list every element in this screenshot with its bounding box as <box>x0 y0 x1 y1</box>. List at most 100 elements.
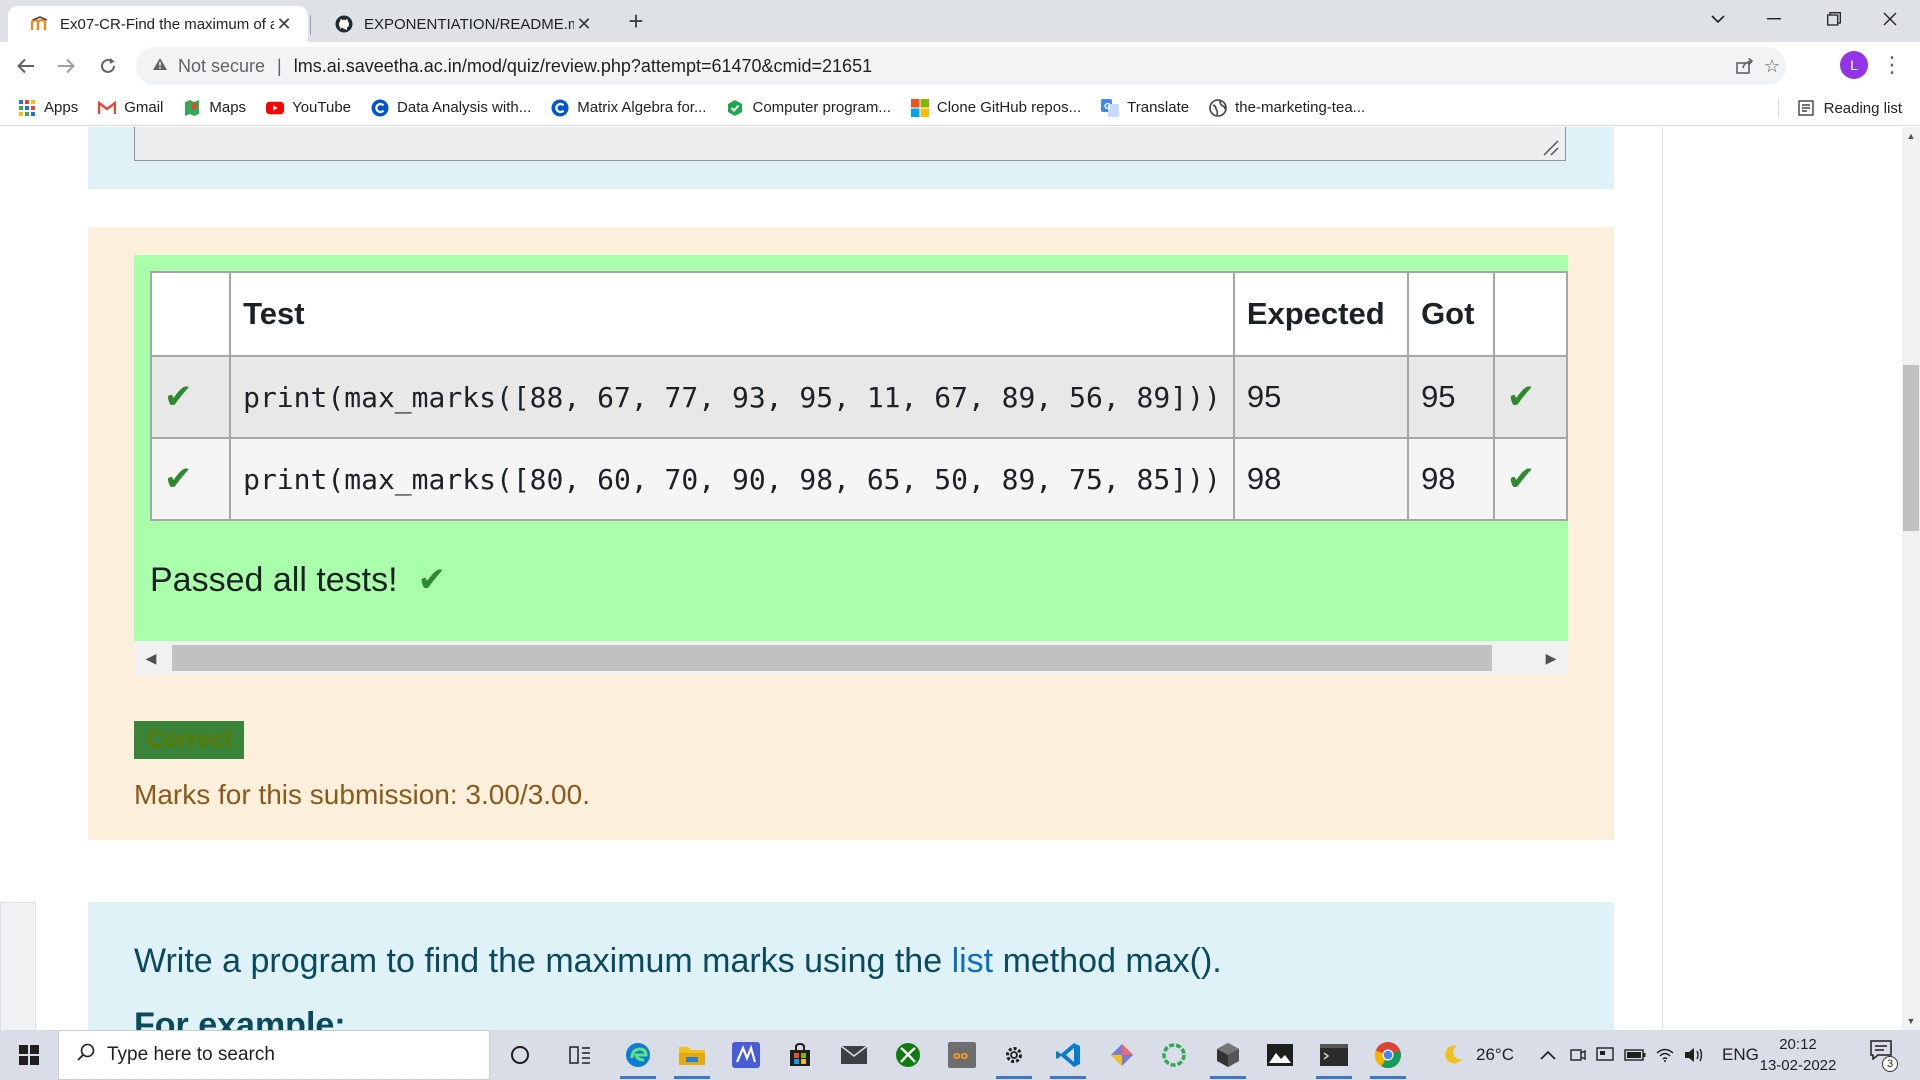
mathpix-icon[interactable] <box>728 1037 764 1073</box>
scrollbar-thumb[interactable] <box>1903 365 1919 531</box>
header-test: Test <box>229 271 1235 357</box>
youtube-icon <box>266 99 285 117</box>
settings-gear-icon[interactable] <box>996 1037 1032 1073</box>
language-indicator[interactable]: ENG <box>1722 1030 1759 1080</box>
gmail-icon <box>98 99 117 117</box>
bookmark-gmail[interactable]: Gmail <box>98 99 163 117</box>
bookmark-apps[interactable]: Apps <box>18 99 78 117</box>
tab-search-icon[interactable] <box>1690 0 1746 38</box>
tablet-icon[interactable] <box>1596 1030 1614 1080</box>
scroll-right-arrow-icon[interactable]: ▶ <box>1534 641 1568 675</box>
back-arrow-icon[interactable] <box>10 50 42 82</box>
minimize-icon[interactable] <box>1746 0 1802 38</box>
close-window-icon[interactable] <box>1862 0 1918 38</box>
tab-strip: Ex07-CR-Find the maximum of a ✕ EXPONENT… <box>0 0 1920 42</box>
lingo-app-icon[interactable]: oo <box>944 1037 980 1073</box>
checkmark-icon: ✔ <box>417 561 447 599</box>
reload-icon[interactable] <box>92 50 124 82</box>
forward-arrow-icon[interactable] <box>50 50 82 82</box>
bookmark-translate[interactable]: G Translate <box>1101 98 1190 117</box>
omnibox-divider: | <box>277 55 282 76</box>
header-status <box>149 271 232 357</box>
browser-toolbar: Not secure | lms.ai.saveetha.ac.in/mod/q… <box>0 42 1920 90</box>
edge-icon[interactable] <box>620 1037 656 1073</box>
menu-kebab-icon[interactable]: ⋮ <box>1880 52 1904 80</box>
passed-message: Passed all tests! <box>150 560 398 599</box>
mail-icon[interactable] <box>836 1037 872 1073</box>
answer-textarea[interactable] <box>134 127 1566 161</box>
cortana-icon[interactable] <box>502 1037 538 1073</box>
row-status-cell: ✔ <box>149 437 232 521</box>
address-bar[interactable]: Not secure | lms.ai.saveetha.ac.in/mod/q… <box>136 47 1786 85</box>
tab-title: Ex07-CR-Find the maximum of a <box>60 15 274 33</box>
bookmark-computer-program[interactable]: Computer program... <box>726 99 891 117</box>
notification-center-icon[interactable]: 3 <box>1866 1040 1898 1072</box>
bookmark-label: Translate <box>1127 99 1190 116</box>
vertical-scrollbar[interactable]: ▲ ▼ <box>1902 127 1920 1030</box>
warning-triangle-icon[interactable] <box>152 57 168 76</box>
wifi-icon[interactable] <box>1656 1030 1674 1080</box>
table-row: ✔ print(max_marks([80, 60, 70, 90, 98, 6… <box>149 437 1568 521</box>
microsoft-store-icon[interactable] <box>782 1037 818 1073</box>
terminal-icon[interactable] <box>1316 1037 1352 1073</box>
weather-temperature: 26°C <box>1476 1045 1514 1064</box>
xbox-icon[interactable] <box>890 1037 926 1073</box>
bookmark-matrix-algebra[interactable]: Matrix Algebra for... <box>551 99 706 117</box>
bookmark-data-analysis[interactable]: Data Analysis with... <box>371 99 531 117</box>
svg-text:oo: oo <box>953 1049 969 1062</box>
settings-active-indicator <box>996 1076 1032 1079</box>
chrome-icon[interactable] <box>1370 1037 1406 1073</box>
url-text[interactable]: lms.ai.saveetha.ac.in/mod/quiz/review.ph… <box>294 56 872 77</box>
coursera-icon <box>551 99 569 117</box>
bookmark-marketing-team[interactable]: the-marketing-tea... <box>1209 98 1365 117</box>
file-explorer-icon[interactable] <box>674 1037 710 1073</box>
battery-icon[interactable] <box>1624 1030 1646 1080</box>
unity-cube-icon[interactable] <box>1210 1037 1246 1073</box>
bookmarks-divider <box>1778 98 1779 118</box>
tab-github-readme[interactable]: EXPONENTIATION/README.md ✕ <box>312 6 608 42</box>
taskbar-clock[interactable]: 20:12 13-02-2022 <box>1758 1034 1838 1076</box>
new-tab-button[interactable]: + <box>622 8 650 36</box>
git-kraken-icon[interactable] <box>1104 1037 1140 1073</box>
bookmark-label: Matrix Algebra for... <box>577 99 707 116</box>
bookmark-maps[interactable]: Maps <box>183 99 246 117</box>
svg-text:G: G <box>1104 102 1111 111</box>
volume-icon[interactable] <box>1684 1030 1704 1080</box>
bookmark-youtube[interactable]: YouTube <box>266 99 351 117</box>
translate-icon: G <box>1101 98 1120 117</box>
resize-grip-icon[interactable] <box>1541 138 1559 156</box>
photos-icon[interactable] <box>1262 1037 1298 1073</box>
scroll-left-arrow-icon[interactable]: ◀ <box>134 641 168 675</box>
bookmark-clone-github[interactable]: Clone GitHub repos... <box>910 98 1082 117</box>
scrollbar-thumb[interactable] <box>172 645 1492 671</box>
vscode-icon[interactable] <box>1050 1037 1086 1073</box>
profile-avatar[interactable]: L <box>1840 51 1868 79</box>
bookmark-label: Clone GitHub repos... <box>936 99 1082 116</box>
task-view-icon[interactable] <box>562 1037 598 1073</box>
bookmark-star-icon[interactable]: ☆ <box>1764 47 1780 85</box>
question-text-box: Write a program to find the maximum mark… <box>88 902 1614 1030</box>
header-result <box>1492 271 1568 357</box>
share-icon[interactable] <box>1736 47 1754 85</box>
windows-start-icon[interactable] <box>0 1030 58 1080</box>
horizontal-scrollbar[interactable]: ◀ ▶ <box>134 641 1568 675</box>
close-tab-icon[interactable]: ✕ <box>274 14 294 35</box>
tray-chevron-up-icon[interactable] <box>1540 1030 1556 1080</box>
taskbar-search-input[interactable]: Type here to search <box>58 1030 490 1080</box>
restore-icon[interactable] <box>1806 0 1862 38</box>
bookmark-label: Computer program... <box>752 99 891 116</box>
weather-widget[interactable]: 26°C <box>1442 1030 1514 1080</box>
meet-now-icon[interactable] <box>1570 1030 1586 1080</box>
scroll-up-arrow-icon[interactable]: ▲ <box>1902 127 1920 145</box>
bookmark-label: Data Analysis with... <box>397 99 532 116</box>
checkmark-icon: ✔ <box>164 460 193 498</box>
tab-quiz-review[interactable]: Ex07-CR-Find the maximum of a ✕ <box>8 6 308 42</box>
close-tab-icon[interactable]: ✕ <box>574 14 594 35</box>
question-prefix: Write a program to find the maximum mark… <box>134 942 952 980</box>
loader-circle-icon[interactable] <box>1156 1037 1192 1073</box>
clock-time: 20:12 <box>1779 1036 1817 1053</box>
scroll-down-arrow-icon[interactable]: ▼ <box>1902 1012 1920 1030</box>
security-label[interactable]: Not secure <box>178 56 265 77</box>
reading-list-button[interactable]: Reading list <box>1797 90 1902 126</box>
list-link[interactable]: list <box>952 942 994 980</box>
